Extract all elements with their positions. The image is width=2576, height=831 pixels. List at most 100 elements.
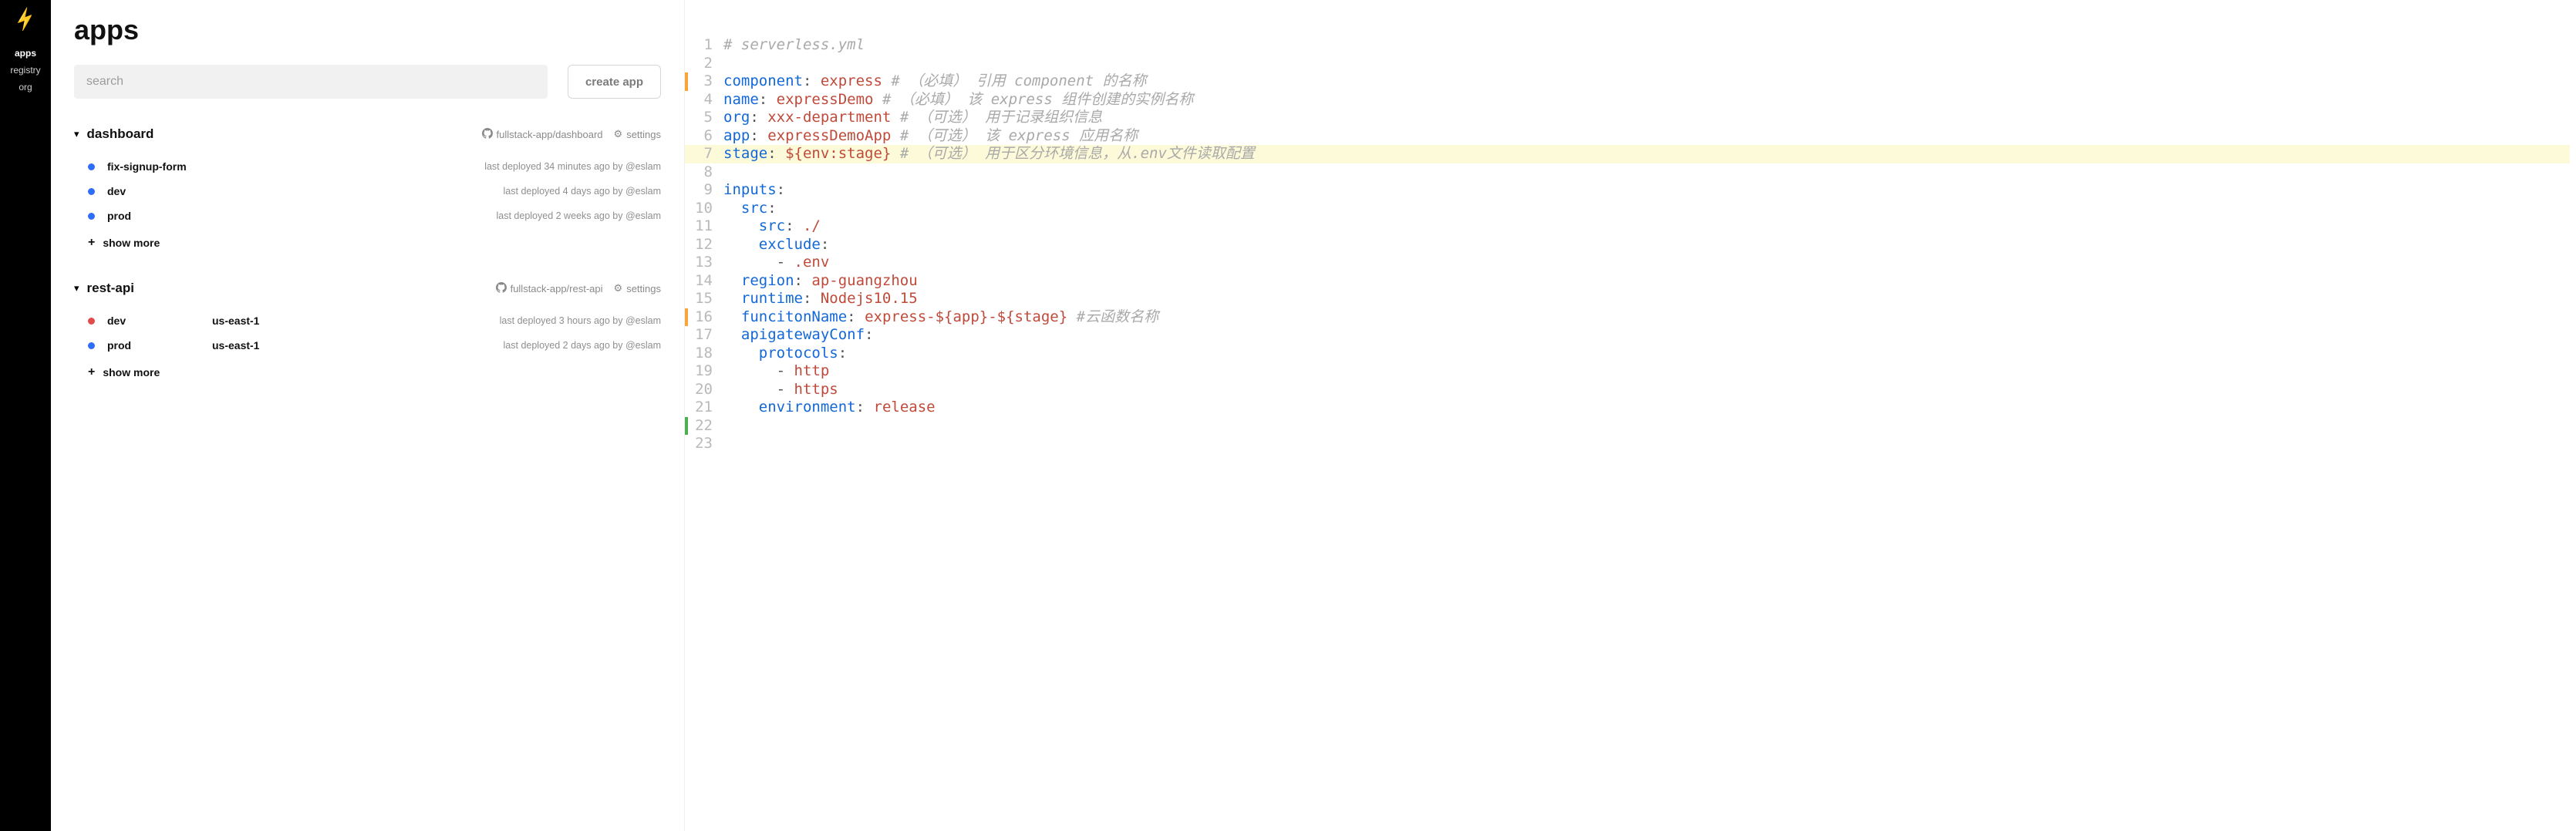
instance-row[interactable]: devus-east-1 last deployed 3 hours ago by…	[74, 308, 661, 333]
logo-lightning-icon: ⚡	[12, 8, 39, 33]
code-line[interactable]: 16 funcitonName: express-${app}-${stage}…	[685, 308, 2570, 327]
line-number: 21	[685, 399, 720, 417]
line-number: 13	[685, 254, 720, 272]
line-number: 17	[685, 326, 720, 345]
settings-link[interactable]: ⚙settings	[614, 128, 661, 140]
app-block: ▾rest-api fullstack-app/rest-api ⚙settings…	[74, 281, 661, 379]
code-line[interactable]: 8	[685, 163, 2570, 182]
repo-link[interactable]: fullstack-app/rest-api	[496, 282, 603, 295]
create-app-button[interactable]: create app	[568, 65, 661, 99]
page-title: apps	[74, 14, 661, 46]
line-number: 9	[685, 181, 720, 200]
line-number: 4	[685, 91, 720, 109]
code-content: runtime: Nodejs10.15	[720, 290, 918, 308]
code-editor-panel[interactable]: 1# serverless.yml23component: express # …	[685, 0, 2576, 831]
code-line[interactable]: 3component: express # （必填） 引用 component …	[685, 72, 2570, 91]
code-content: exclude:	[720, 236, 829, 254]
code-content: - https	[720, 381, 838, 399]
nav-item-registry[interactable]: registry	[10, 62, 40, 79]
code-content	[720, 435, 723, 453]
line-number: 15	[685, 290, 720, 308]
line-number: 7	[685, 145, 720, 163]
nav-item-org[interactable]: org	[10, 79, 40, 96]
code-line[interactable]: 22	[685, 417, 2570, 436]
code-content: region: ap-guangzhou	[720, 272, 918, 291]
gear-icon: ⚙	[614, 128, 623, 140]
repo-path: fullstack-app/rest-api	[511, 283, 603, 294]
line-number: 1	[685, 36, 720, 55]
instance-name: prod	[107, 210, 200, 222]
instance-meta: last deployed 2 weeks ago by @eslam	[496, 210, 661, 221]
show-more-label: show more	[103, 237, 160, 249]
instance-meta: last deployed 34 minutes ago by @eslam	[484, 161, 661, 172]
show-more-button[interactable]: +show more	[74, 358, 661, 379]
gear-icon: ⚙	[614, 282, 623, 294]
code-line[interactable]: 10 src:	[685, 200, 2570, 218]
code-line[interactable]: 6app: expressDemoApp # （可选） 该 express 应用…	[685, 127, 2570, 146]
line-number: 3	[685, 72, 720, 91]
code-line[interactable]: 15 runtime: Nodejs10.15	[685, 290, 2570, 308]
instance-meta: last deployed 2 days ago by @eslam	[504, 340, 661, 351]
status-dot-icon	[88, 318, 95, 325]
toolbar: create app	[74, 65, 661, 99]
apps-panel: apps create app ▾dashboard fullstack-app/…	[51, 0, 685, 831]
instance-row[interactable]: dev last deployed 4 days ago by @eslam	[74, 179, 661, 204]
app-header-left[interactable]: ▾dashboard	[74, 126, 153, 142]
show-more-button[interactable]: + show more	[74, 228, 661, 250]
app-header-left[interactable]: ▾rest-api	[74, 281, 134, 296]
code-line[interactable]: 12 exclude:	[685, 236, 2570, 254]
code-line[interactable]: 17 apigatewayConf:	[685, 326, 2570, 345]
code-content	[720, 163, 723, 182]
line-number: 19	[685, 362, 720, 381]
code-line[interactable]: 2	[685, 55, 2570, 73]
github-icon	[482, 128, 493, 141]
instance-name: dev	[107, 315, 200, 327]
code-content	[720, 55, 723, 73]
code-line[interactable]: 9inputs:	[685, 181, 2570, 200]
instance-row[interactable]: prod last deployed 2 weeks ago by @eslam	[74, 204, 661, 228]
instance-row[interactable]: fix-signup-form last deployed 34 minutes …	[74, 154, 661, 179]
settings-label: settings	[626, 283, 661, 294]
code-content: src:	[720, 200, 777, 218]
code-content: # serverless.yml	[720, 36, 865, 55]
line-number: 23	[685, 435, 720, 453]
repo-path: fullstack-app/dashboard	[497, 129, 603, 140]
code-content: app: expressDemoApp # （可选） 该 express 应用名…	[720, 127, 1138, 146]
line-number: 2	[685, 55, 720, 73]
instance-name: fix-signup-form	[107, 160, 200, 173]
line-number: 14	[685, 272, 720, 291]
settings-label: settings	[626, 129, 661, 140]
code-line[interactable]: 14 region: ap-guangzhou	[685, 272, 2570, 291]
code-content: protocols:	[720, 345, 847, 363]
plus-icon: +	[88, 236, 95, 250]
nav-item-apps[interactable]: apps	[10, 45, 40, 62]
code-line[interactable]: 4name: expressDemo # （必填） 该 express 组件创建…	[685, 91, 2570, 109]
code-line[interactable]: 23	[685, 435, 2570, 453]
app-header-right: fullstack-app/rest-api ⚙settings	[496, 282, 661, 295]
instance-meta: last deployed 3 hours ago by @eslam	[500, 315, 661, 326]
app-header: ▾dashboard fullstack-app/dashboard ⚙settin…	[74, 126, 661, 142]
code-line[interactable]: 5org: xxx-department # （可选） 用于记录组织信息	[685, 109, 2570, 127]
code-content: - http	[720, 362, 829, 381]
code-line[interactable]: 1# serverless.yml	[685, 36, 2570, 55]
code-line[interactable]: 21 environment: release	[685, 399, 2570, 417]
instance-left: devus-east-1	[88, 315, 259, 327]
code-content	[720, 417, 723, 436]
code-line[interactable]: 13 - .env	[685, 254, 2570, 272]
instance-left: dev	[88, 185, 200, 197]
code-line[interactable]: 18 protocols:	[685, 345, 2570, 363]
repo-link[interactable]: fullstack-app/dashboard	[482, 128, 603, 141]
status-dot-icon	[88, 163, 95, 170]
instance-left: prod	[88, 210, 200, 222]
code-content: stage: ${env:stage} # （可选） 用于区分环境信息，从.en…	[720, 145, 1255, 163]
settings-link[interactable]: ⚙settings	[614, 282, 661, 294]
code-line[interactable]: 11 src: ./	[685, 217, 2570, 236]
status-dot-icon	[88, 342, 95, 349]
code-content: apigatewayConf:	[720, 326, 874, 345]
code-line[interactable]: 20 - https	[685, 381, 2570, 399]
code-line[interactable]: 7stage: ${env:stage} # （可选） 用于区分环境信息，从.e…	[685, 145, 2570, 163]
instance-meta: last deployed 4 days ago by @eslam	[504, 186, 661, 197]
instance-row[interactable]: produs-east-1last deployed 2 days ago by…	[74, 333, 661, 358]
search-input[interactable]	[74, 65, 548, 99]
code-line[interactable]: 19 - http	[685, 362, 2570, 381]
